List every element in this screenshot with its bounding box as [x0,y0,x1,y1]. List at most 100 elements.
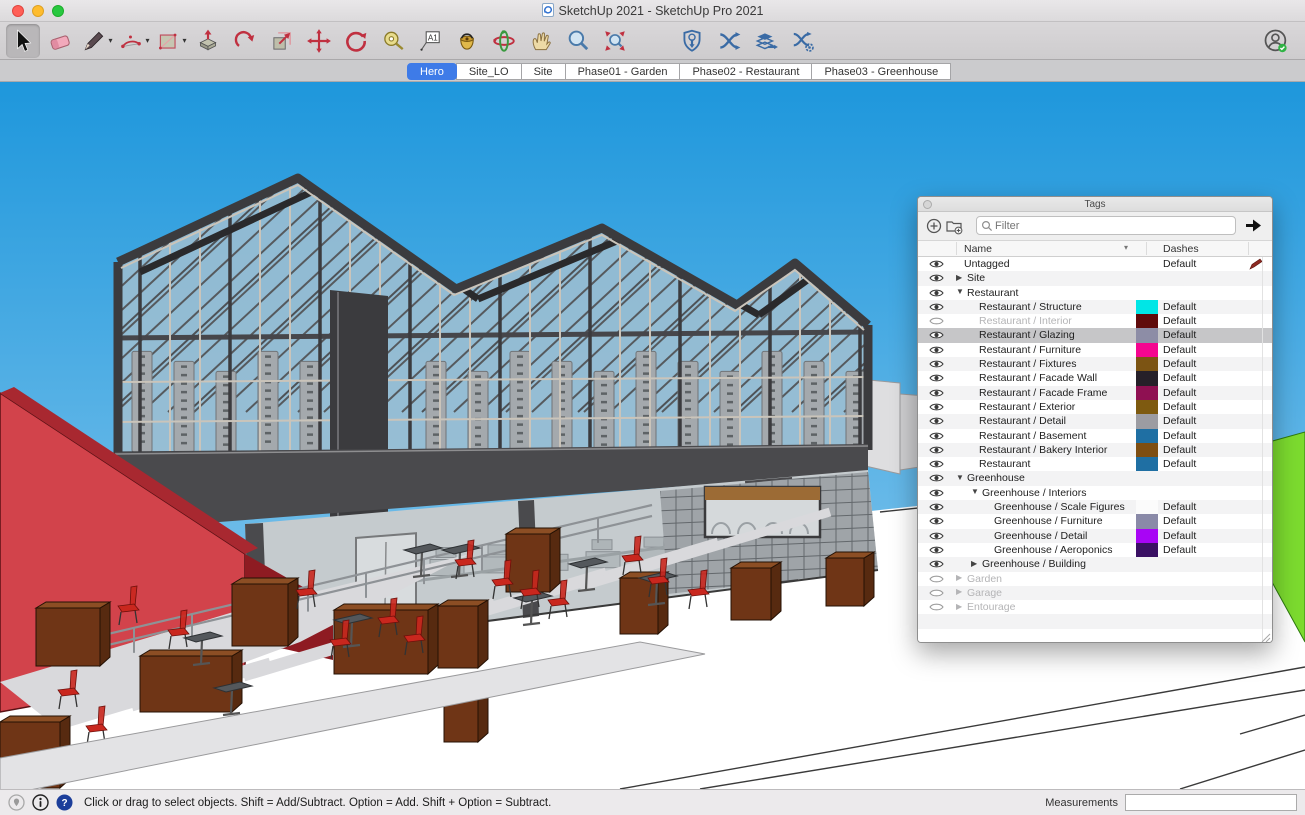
tags-scroll-gutter[interactable] [1262,257,1272,642]
curves-gear-extension-button[interactable] [786,24,820,58]
expand-triangle-icon[interactable]: ▶ [956,573,962,582]
tag-row-restaurant-exterior[interactable]: Restaurant / ExteriorDefault [918,400,1272,414]
visibility-eye-icon[interactable] [929,388,944,398]
tag-color-swatch[interactable] [1136,400,1158,414]
tag-folder-row-restaurant[interactable]: ▼Restaurant [918,286,1272,300]
tag-folder-row-greenhouse-building[interactable]: ▶Greenhouse / Building [918,557,1272,571]
expand-triangle-icon[interactable]: ▶ [971,559,977,568]
column-dashes[interactable]: Dashes [1163,243,1199,255]
pencil-icon[interactable] [1249,258,1263,270]
tag-color-swatch[interactable] [1136,328,1158,342]
visibility-eye-icon[interactable] [929,502,944,512]
scene-tab-site-lo[interactable]: Site_LO [456,63,522,80]
tag-color-swatch[interactable] [1136,543,1158,557]
tag-dashes-value[interactable]: Default [1163,301,1196,313]
zoom-extents-tool-button[interactable] [598,24,632,58]
visibility-eye-icon[interactable] [929,373,944,383]
tag-row-greenhouse-detail[interactable]: Greenhouse / DetailDefault [918,529,1272,543]
info-icon[interactable] [32,794,49,811]
tag-folder-row-entourage[interactable]: ▶Entourage [918,600,1272,614]
visibility-eye-icon[interactable] [929,559,944,569]
tag-row-restaurant-basement[interactable]: Restaurant / BasementDefault [918,429,1272,443]
orbit-tool-button[interactable] [487,24,521,58]
tag-row-restaurant-facade-frame[interactable]: Restaurant / Facade FrameDefault [918,386,1272,400]
arc-dropdown-arrow[interactable]: ▾ [145,36,149,45]
sort-chevron-icon[interactable]: ▾ [1124,243,1128,252]
collapse-triangle-icon[interactable]: ▼ [956,287,964,296]
line-tool-button[interactable]: ▾ [80,24,114,58]
tag-color-swatch[interactable] [1136,386,1158,400]
panel-close-button[interactable] [923,200,932,209]
add-tag-button[interactable] [925,217,943,235]
rectangle-dropdown-arrow[interactable]: ▾ [182,36,186,45]
tags-panel-titlebar[interactable]: Tags [918,197,1272,212]
tag-color-swatch[interactable] [1136,343,1158,357]
eraser-tool-button[interactable] [43,24,77,58]
tags-column-header[interactable]: Name ▾ Dashes [918,240,1272,257]
help-icon[interactable]: ? [56,794,73,811]
follow-me-tool-button[interactable] [228,24,262,58]
tag-color-swatch[interactable] [1136,357,1158,371]
expand-triangle-icon[interactable]: ▶ [956,587,962,596]
tag-row-greenhouse-aeroponics[interactable]: Greenhouse / AeroponicsDefault [918,543,1272,557]
paint-bucket-tool-button[interactable] [450,24,484,58]
visibility-eye-icon[interactable] [929,531,944,541]
visibility-eye-icon[interactable] [929,330,944,340]
tag-color-swatch[interactable] [1136,500,1158,514]
tag-color-swatch[interactable] [1136,300,1158,314]
tag-row-restaurant[interactable]: RestaurantDefault [918,457,1272,471]
visibility-eye-off-icon[interactable] [929,574,944,584]
tag-dashes-value[interactable]: Default [1163,387,1196,399]
arc-tool-button[interactable]: ▾ [117,24,151,58]
tag-row-restaurant-structure[interactable]: Restaurant / StructureDefault [918,300,1272,314]
tag-dashes-value[interactable]: Default [1163,372,1196,384]
tape-measure-tool-button[interactable] [376,24,410,58]
tag-folder-row-greenhouse-interiors[interactable]: ▼Greenhouse / Interiors [918,486,1272,500]
tag-folder-row-garden[interactable]: ▶Garden [918,572,1272,586]
visibility-eye-off-icon[interactable] [929,602,944,612]
tag-dashes-value[interactable]: Default [1163,515,1196,527]
select-tool-button[interactable] [6,24,40,58]
account-button[interactable] [1261,26,1291,56]
visibility-eye-off-icon[interactable] [929,588,944,598]
collapse-triangle-icon[interactable]: ▼ [971,487,979,496]
visibility-eye-icon[interactable] [929,445,944,455]
tag-dashes-value[interactable]: Default [1163,344,1196,356]
tag-dashes-value[interactable]: Default [1163,415,1196,427]
tag-color-swatch[interactable] [1136,529,1158,543]
visibility-eye-icon[interactable] [929,288,944,298]
visibility-eye-icon[interactable] [929,259,944,269]
visibility-eye-icon[interactable] [929,359,944,369]
layers-arrow-extension-button[interactable] [749,24,783,58]
geolocation-icon[interactable] [8,794,25,811]
visibility-eye-icon[interactable] [929,431,944,441]
visibility-eye-off-icon[interactable] [929,316,944,326]
tag-dashes-value[interactable]: Default [1163,501,1196,513]
visibility-eye-icon[interactable] [929,416,944,426]
scene-tab-phase02-restaurant[interactable]: Phase02 - Restaurant [679,63,812,80]
line-dropdown-arrow[interactable]: ▾ [108,36,112,45]
tag-dashes-value[interactable]: Default [1163,530,1196,542]
tag-row-restaurant-facade-wall[interactable]: Restaurant / Facade WallDefault [918,371,1272,385]
tag-row-restaurant-detail[interactable]: Restaurant / DetailDefault [918,414,1272,428]
tag-dashes-value[interactable]: Default [1163,401,1196,413]
expand-triangle-icon[interactable]: ▶ [956,602,962,611]
tag-filter-input[interactable] [993,219,1231,233]
tag-dashes-value[interactable]: Default [1163,258,1196,270]
tag-dashes-value[interactable]: Default [1163,458,1196,470]
tag-color-swatch[interactable] [1136,514,1158,528]
details-arrow-button[interactable] [1244,216,1264,235]
visibility-eye-icon[interactable] [929,473,944,483]
measurements-input[interactable] [1125,794,1297,811]
tag-dashes-value[interactable]: Default [1163,329,1196,341]
tag-color-swatch[interactable] [1136,414,1158,428]
pan-tool-button[interactable] [524,24,558,58]
scene-tab-phase03-greenhouse[interactable]: Phase03 - Greenhouse [811,63,951,80]
scene-tab-phase01-garden[interactable]: Phase01 - Garden [565,63,681,80]
tag-filter-field[interactable] [976,216,1236,235]
zoom-tool-button[interactable] [561,24,595,58]
visibility-eye-icon[interactable] [929,545,944,555]
add-tag-folder-button[interactable] [945,217,963,235]
tag-dashes-value[interactable]: Default [1163,358,1196,370]
shield-download-extension-button[interactable] [675,24,709,58]
